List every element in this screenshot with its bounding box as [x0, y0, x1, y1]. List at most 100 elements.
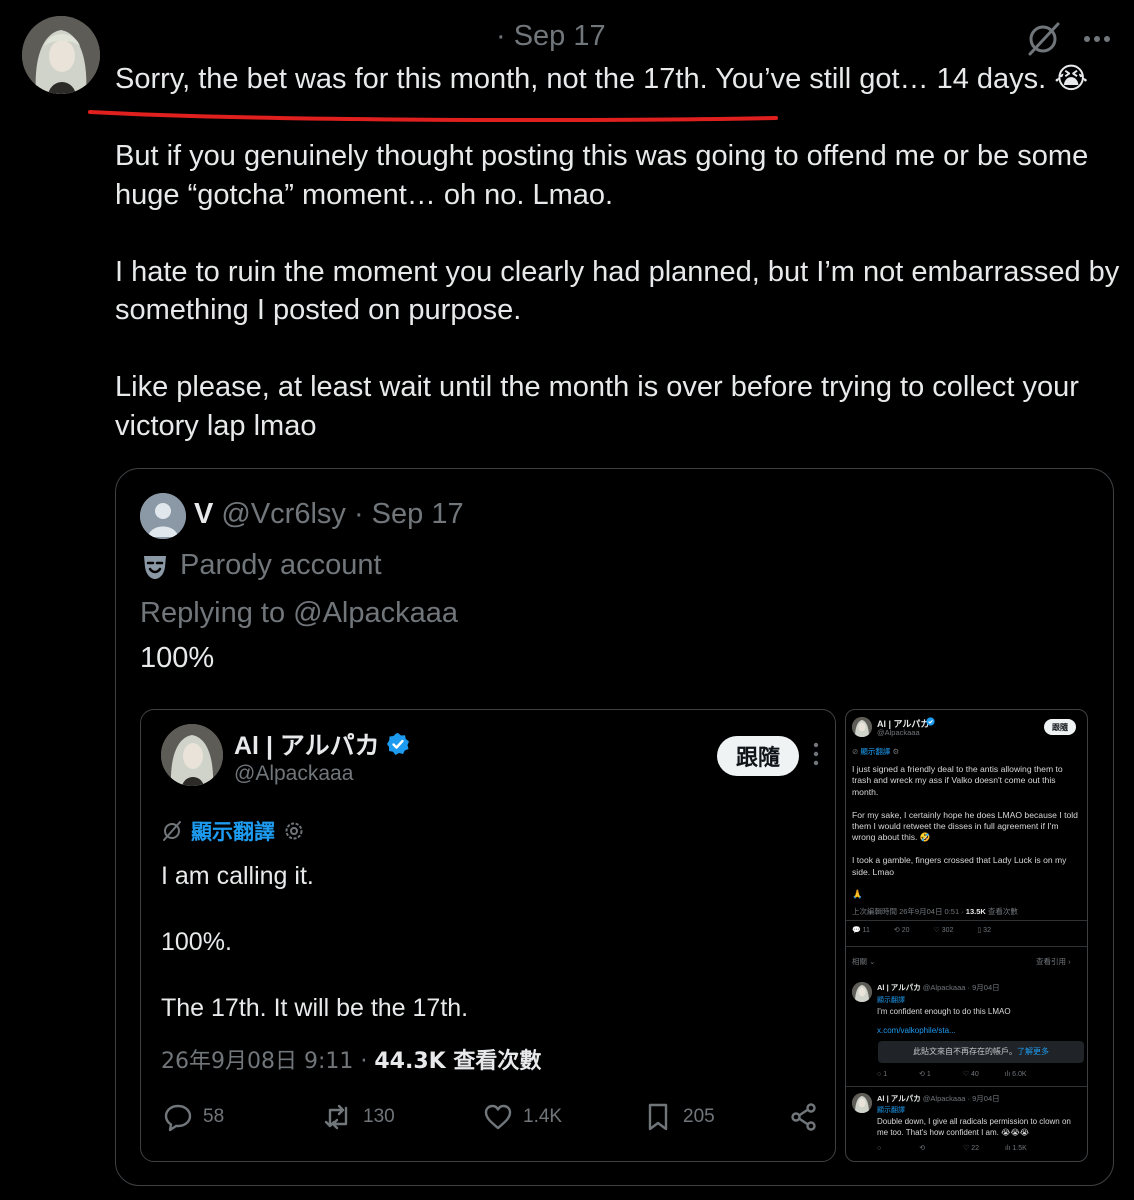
embedded-timestamp: 26年9月08日 9:11 · 44.3K 查看次數 [161, 1043, 541, 1075]
r1-reposts: 1 [926, 1071, 931, 1078]
bookmark-count: 205 [683, 1106, 715, 1127]
verified-badge-icon [386, 733, 409, 755]
embedded-avatar [161, 724, 223, 786]
grok-icon[interactable] [1024, 20, 1062, 58]
heart-icon: ♡ [962, 1071, 970, 1078]
embedded-views-label: 查看次數 [445, 1049, 542, 1074]
quote-author-name[interactable]: V [194, 498, 213, 530]
r1-likes: 40 [970, 1071, 979, 1078]
reply-count: 58 [203, 1106, 225, 1127]
reply-action: 58 [163, 1102, 224, 1132]
reply1-link: x.com/valkophile/sta... [877, 1026, 956, 1035]
embedded-views-count: 44.3K [374, 1049, 446, 1074]
share-action [789, 1102, 819, 1132]
embedded-line: The 17th. It will be the 17th. [161, 994, 469, 1022]
bookmark-icon [648, 1103, 668, 1131]
side-follow-button: 跟隨 [1044, 719, 1076, 735]
side-like-count: 302 [941, 927, 954, 934]
embedded-action-bar: 58 130 1.4K 205 [161, 1102, 831, 1136]
embedded-translate-row: 顯示翻譯 [161, 816, 305, 846]
redacted-name-scribble [140, 33, 480, 47]
reply-icon: ○ [877, 1145, 882, 1152]
reply1-name: Al | アルパカ [877, 983, 921, 992]
embedded-post-body: I am calling it. 100%. The 17th. It will… [161, 860, 811, 1025]
notice-link: 了解更多 [1017, 1047, 1049, 1056]
verified-badge-icon [926, 717, 935, 726]
share-icon [791, 1103, 816, 1131]
reply-avatar [852, 1093, 872, 1113]
replying-to[interactable]: Replying to @Alpackaaa [140, 597, 458, 630]
quotes-label: 查看引用 [1036, 957, 1066, 966]
translate-link: 顯示翻譯 [191, 820, 275, 844]
reply2-name: Al | アルパカ [877, 1094, 921, 1103]
side-handle: @Alpackaaa [877, 728, 920, 737]
heart-icon [484, 1104, 512, 1130]
post-paragraph: I hate to ruin the moment you clearly ha… [115, 255, 1128, 327]
repost-icon [324, 1104, 348, 1130]
grok-icon [163, 821, 181, 841]
embedded-author-name: Al | アルパカ [234, 732, 380, 760]
post-date: · Sep 17 [496, 20, 606, 52]
attached-image-side[interactable]: Al | アルパカ @Alpackaaa 跟隨 ⊘ 顯示翻譯 ⚙ I just … [845, 709, 1088, 1162]
reply1-translate: 顯示翻譯 [877, 997, 905, 1004]
heart-icon: ♡ [933, 927, 940, 934]
bookmark-action: 205 [643, 1102, 715, 1132]
heart-icon: ♡ [963, 1145, 970, 1152]
post-paragraph: But if you genuinely thought posting thi… [115, 140, 1097, 211]
r2-views: 1.5K [1012, 1145, 1027, 1152]
reply2-actions: ○ ⟲ ♡ 22 ılı 1.5K [877, 1144, 1027, 1152]
attached-image-main[interactable]: Al | アルパカ @Alpackaaa 跟隨 顯示翻譯 I am callin… [140, 709, 836, 1162]
side-paragraph: For my sake, I certainly hope he does LM… [852, 809, 1081, 843]
reply1-meta: @Alpackaaa · 9月04日 [922, 983, 1000, 992]
like-count: 1.4K [523, 1106, 563, 1127]
gear-icon: ⚙ [890, 747, 900, 756]
embedded-date: 26年9月08日 9:11 · [161, 1049, 375, 1074]
quote-handle-date: @Vcr6lsy · Sep 17 [213, 498, 464, 530]
side-edited-meta: 上次編輯時間 26年9月04日 0:51 · 13.5K 查看次數 [852, 906, 1018, 917]
reply2-meta: @Alpackaaa · 9月04日 [922, 1094, 1000, 1103]
repost-icon: ⟲ [893, 927, 900, 934]
repost-count: 130 [363, 1106, 395, 1127]
side-bookmark-count: 32 [983, 927, 991, 934]
side-action-bar: 💬 11 ⟲ 20 ♡ 302 ▯ 32 [852, 926, 991, 934]
red-underline-annotation [88, 110, 778, 123]
related-label: 相關 [852, 957, 867, 966]
divider [846, 920, 1087, 921]
more-options-icon[interactable] [1080, 24, 1114, 54]
r2-likes: 22 [971, 1145, 980, 1152]
views-icon: ılı [1005, 1145, 1011, 1152]
side-views-label: 查看次數 [985, 907, 1018, 916]
reply1-header: Al | アルパカ @Alpackaaa · 9月04日 [877, 982, 1000, 993]
reply-avatar [852, 982, 872, 1002]
side-views-count: 13.5K [965, 907, 986, 916]
gear-icon [285, 822, 303, 840]
reply-icon: ○ [877, 1071, 882, 1078]
poster-avatar[interactable] [22, 16, 100, 94]
reply-icon: 💬 [852, 927, 861, 934]
embedded-line: I am calling it. [161, 862, 314, 890]
reply2-header: Al | アルパカ @Alpackaaa · 9月04日 [877, 1093, 1000, 1104]
unavailable-post-notice: 此貼文來自不再存在的帳戶。了解更多 [878, 1041, 1084, 1063]
reply2-translate: 顯示翻譯 [877, 1107, 905, 1114]
embedded-line: 100%. [161, 928, 232, 956]
embedded-more-icon [813, 742, 819, 766]
like-action: 1.4K [483, 1102, 562, 1132]
embedded-handle: @Alpackaaa [234, 762, 354, 785]
repost-icon: ⟲ [919, 1071, 925, 1078]
bookmark-icon: ▯ [977, 927, 982, 934]
side-quotes-link: 查看引用 › [1036, 957, 1071, 966]
side-paragraph: 🙏 [852, 889, 863, 900]
notice-text: 此貼文來自不再存在的帳戶。 [913, 1047, 1017, 1056]
views-icon: ılı [1004, 1071, 1011, 1078]
post-paragraph: Sorry, the bet was for this month, not t… [115, 63, 1089, 95]
embedded-author: Al | アルパカ [234, 726, 410, 762]
quote-avatar[interactable] [140, 493, 186, 539]
side-paragraph: I just signed a friendly deal to the ant… [852, 764, 1066, 797]
theater-mask-icon [144, 555, 166, 579]
divider [846, 946, 1087, 947]
r1-views: 6.0K [1012, 1071, 1027, 1078]
reply2-text: Double down, I give all radicals permiss… [877, 1117, 1071, 1137]
post-paragraph: Like please, at least wait until the mon… [115, 371, 1088, 442]
side-post-body: I just signed a friendly deal to the ant… [852, 764, 1084, 901]
reply1-text: I'm confident enough to do this LMAO [877, 1007, 1011, 1016]
